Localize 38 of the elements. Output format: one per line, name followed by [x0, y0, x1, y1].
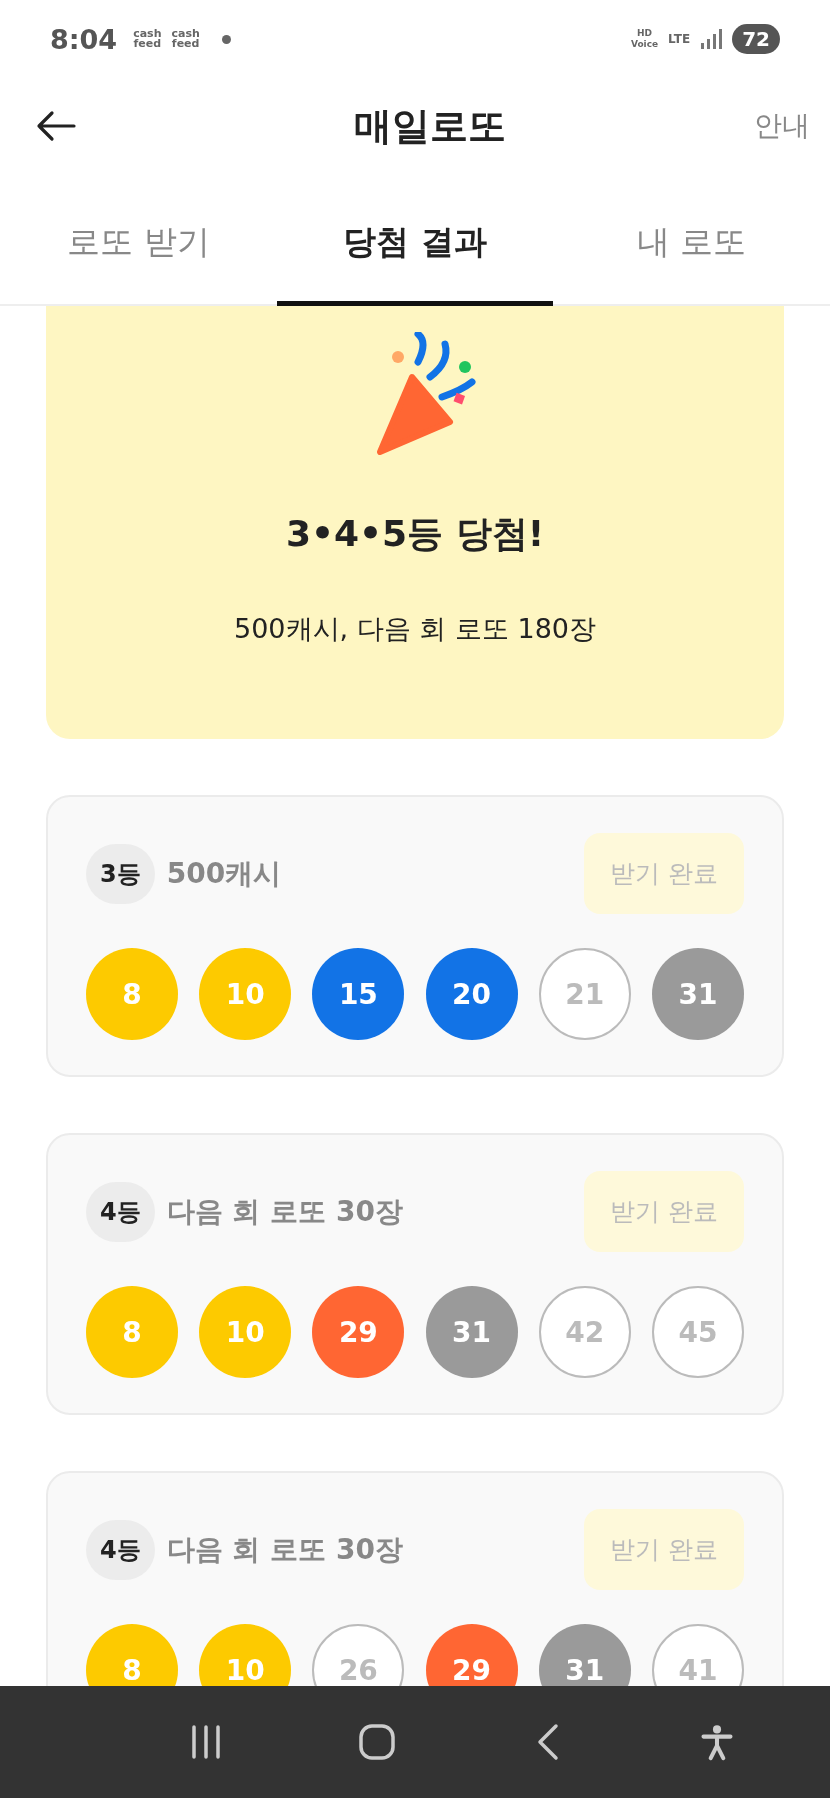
- lotto-ball: 29: [312, 1286, 405, 1378]
- status-time: 8:04: [50, 23, 118, 55]
- home-icon[interactable]: [356, 1722, 397, 1762]
- lotto-ball: 42: [538, 1286, 631, 1378]
- lotto-ball: 31: [651, 948, 744, 1040]
- tab[interactable]: 내 로또: [553, 174, 830, 306]
- reward-text: 다음 회 로또 30장: [166, 1531, 403, 1568]
- page-title: 매일로또: [354, 102, 506, 150]
- lotto-ball: 21: [538, 948, 631, 1040]
- notification-dot: [221, 34, 231, 44]
- reward-text: 500캐시: [166, 855, 282, 892]
- lotto-ball: 45: [651, 1286, 744, 1378]
- lotto-ball: 20: [425, 948, 518, 1040]
- rank-badge: 4등: [86, 1519, 155, 1580]
- lotto-ball: 10: [199, 1286, 292, 1378]
- guide-link[interactable]: 안내: [754, 107, 810, 145]
- app-notification-label: cash feed: [171, 29, 200, 49]
- lotto-ball: 10: [199, 948, 292, 1040]
- claim-done-button[interactable]: 받기 완료: [584, 833, 744, 914]
- rank-badge: 4등: [86, 1181, 155, 1242]
- lotto-ball: 8: [86, 1286, 178, 1378]
- claim-done-button[interactable]: 받기 완료: [584, 1171, 744, 1252]
- tab[interactable]: 로또 받기: [0, 174, 277, 306]
- lotto-ball: 31: [425, 1286, 518, 1378]
- app-notification-label: cash feed: [133, 29, 162, 49]
- hd-voice-label: HD Voice: [630, 28, 659, 50]
- accessibility-icon[interactable]: [698, 1722, 735, 1762]
- rank-badge: 3등: [86, 843, 155, 904]
- lotto-ball: 8: [86, 948, 178, 1040]
- claim-done-button[interactable]: 받기 완료: [584, 1509, 744, 1590]
- banner-subtitle: 500캐시, 다음 회 로또 180장: [234, 612, 596, 646]
- banner-title: 3•4•5등 당첨!: [285, 512, 545, 556]
- reward-text: 다음 회 로또 30장: [166, 1193, 403, 1230]
- battery-level: 72: [732, 24, 780, 54]
- signal-icon: [700, 28, 723, 50]
- back-arrow-icon[interactable]: [36, 110, 76, 142]
- lotto-ball: 15: [312, 948, 405, 1040]
- network-label: LTE: [668, 32, 691, 46]
